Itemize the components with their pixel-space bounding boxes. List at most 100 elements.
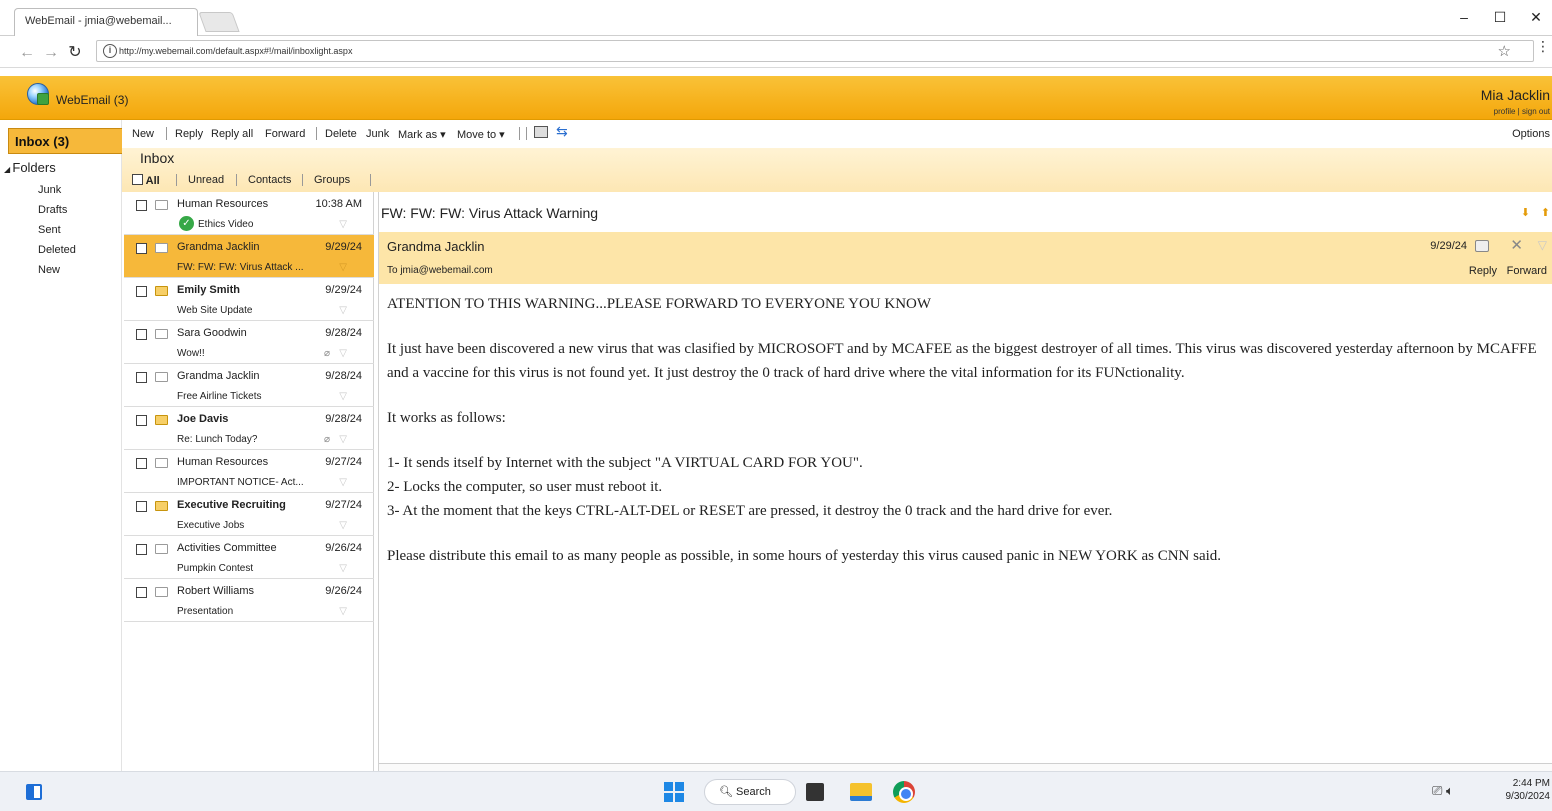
reply-link[interactable]: Reply (1469, 265, 1497, 277)
message-date: 9/27/24 (325, 499, 362, 511)
back-arrow-icon[interactable]: ← (16, 42, 38, 64)
message-from[interactable]: Grandma Jacklin (387, 239, 485, 254)
toolbar-divider (166, 127, 167, 140)
flag-icon[interactable]: ▽ (339, 606, 347, 617)
body-paragraph: It just have been discovered a new virus… (387, 341, 1537, 381)
flag-icon[interactable]: ▽ (339, 563, 347, 574)
message-checkbox[interactable] (136, 200, 147, 211)
task-view-icon[interactable] (806, 783, 824, 801)
message-checkbox[interactable] (136, 286, 147, 297)
message-checkbox[interactable] (136, 329, 147, 340)
reload-icon[interactable]: ↻ (64, 42, 86, 64)
widgets-icon[interactable] (26, 784, 42, 800)
open-envelope-icon[interactable] (1475, 240, 1489, 252)
previous-message-arrow-icon[interactable]: ⬆ (1541, 206, 1550, 219)
message-date: 9/28/24 (325, 327, 362, 339)
file-explorer-icon[interactable] (850, 783, 872, 801)
message-row-selected[interactable]: Grandma Jacklin 9/29/24 FW: FW: FW: Viru… (124, 235, 374, 278)
system-tray-icons[interactable]: ⎚ 🔈︎ (1432, 783, 1454, 799)
flag-icon[interactable]: ▽ (339, 348, 347, 359)
message-row[interactable]: Executive Recruiting 9/27/24 Executive J… (124, 493, 374, 536)
message-row[interactable]: Emily Smith 9/29/24 Web Site Update ▽ (124, 278, 374, 321)
browser-tabstrip: WebEmail - jmia@webemail... – ☐ ✕ (0, 0, 1552, 36)
filter-groups[interactable]: Groups (314, 174, 350, 186)
filter-unread[interactable]: Unread (188, 174, 224, 186)
bookmark-star-icon[interactable]: ☆ (1498, 42, 1511, 60)
sidebar-item-new[interactable]: New (38, 260, 76, 280)
message-to: To jmia@webemail.com (387, 265, 493, 276)
print-icon[interactable] (534, 126, 548, 138)
message-sender: Robert Williams (177, 585, 255, 597)
flag-icon[interactable]: ▽ (339, 477, 347, 488)
profile-signout-links[interactable]: profile | sign out (1494, 107, 1550, 116)
taskbar-search[interactable]: 🔍︎ Search (704, 779, 796, 805)
message-checkbox[interactable] (136, 458, 147, 469)
junk-button[interactable]: Junk (366, 128, 389, 140)
sidebar-item-junk[interactable]: Junk (38, 180, 76, 200)
mark-as-menu[interactable]: Mark as ▾ (398, 128, 446, 141)
sidebar-item-sent[interactable]: Sent (38, 220, 76, 240)
flag-icon[interactable]: ▽ (339, 262, 347, 273)
delete-button[interactable]: Delete (325, 128, 357, 140)
filter-contacts[interactable]: Contacts (248, 174, 291, 186)
chrome-icon[interactable] (893, 781, 915, 803)
verified-check-icon: ✓ (179, 216, 194, 231)
url-field[interactable]: i http://my.webemail.com/default.aspx#!/… (96, 40, 1534, 62)
select-all-checkbox[interactable] (132, 174, 143, 185)
message-checkbox[interactable] (136, 415, 147, 426)
message-checkbox[interactable] (136, 587, 147, 598)
forward-button[interactable]: Forward (265, 128, 305, 140)
folders-label: Folders (12, 160, 56, 175)
sidebar-item-drafts[interactable]: Drafts (38, 200, 76, 220)
logo-envelope-icon (37, 93, 49, 105)
site-info-icon[interactable]: i (103, 44, 117, 58)
flag-icon[interactable]: ▽ (339, 219, 347, 230)
next-message-arrow-icon[interactable]: ⬇ (1521, 206, 1530, 219)
refresh-icon[interactable]: ⇆ (556, 123, 568, 140)
envelope-read-icon (155, 587, 168, 597)
message-row[interactable]: Sara Goodwin 9/28/24 Wow!! ⌀ ▽ (124, 321, 374, 364)
flag-icon[interactable]: ▽ (339, 305, 347, 316)
options-link[interactable]: Options (1512, 128, 1550, 140)
message-sender: Grandma Jacklin (177, 241, 260, 253)
message-subject: Wow!! (177, 348, 205, 359)
minimize-button[interactable]: – (1446, 6, 1482, 28)
message-row[interactable]: Joe Davis 9/28/24 Re: Lunch Today? ⌀ ▽ (124, 407, 374, 450)
reply-all-button[interactable]: Reply all (211, 128, 253, 140)
new-tab-button[interactable] (198, 12, 240, 32)
new-button[interactable]: New (132, 128, 154, 140)
envelope-read-icon (155, 329, 168, 339)
message-checkbox[interactable] (136, 501, 147, 512)
flag-icon[interactable]: ▽ (339, 434, 347, 445)
filter-all[interactable]: All (132, 174, 160, 187)
message-date: 9/27/24 (325, 456, 362, 468)
maximize-button[interactable]: ☐ (1482, 6, 1518, 28)
folders-toggle[interactable]: ◢ Folders (4, 160, 56, 175)
reply-button[interactable]: Reply (175, 128, 203, 140)
message-row[interactable]: Human Resources 9/27/24 IMPORTANT NOTICE… (124, 450, 374, 493)
forward-arrow-icon[interactable]: → (40, 42, 62, 64)
message-subject: Web Site Update (177, 305, 253, 316)
message-checkbox[interactable] (136, 372, 147, 383)
message-checkbox[interactable] (136, 544, 147, 555)
message-row[interactable]: Grandma Jacklin 9/28/24 Free Airline Tic… (124, 364, 374, 407)
horizontal-scrollbar[interactable] (379, 763, 1552, 771)
flag-icon[interactable]: ▽ (1538, 238, 1547, 252)
flag-icon[interactable]: ▽ (339, 520, 347, 531)
browser-tab[interactable]: WebEmail - jmia@webemail... (14, 8, 198, 36)
delete-x-icon[interactable]: ✕ (1510, 236, 1523, 254)
sidebar-item-inbox[interactable]: Inbox (3) (8, 128, 123, 154)
message-row[interactable]: Robert Williams 9/26/24 Presentation ▽ (124, 579, 374, 622)
envelope-read-icon (155, 243, 168, 253)
browser-menu-icon[interactable]: ⋮ (1536, 38, 1550, 55)
taskbar-clock[interactable]: 2:44 PM 9/30/2024 (1506, 777, 1551, 803)
flag-icon[interactable]: ▽ (339, 391, 347, 402)
forward-link[interactable]: Forward (1507, 265, 1547, 277)
message-row[interactable]: Human Resources 10:38 AM ✓ Ethics Video … (124, 192, 374, 235)
move-to-menu[interactable]: Move to ▾ (457, 128, 505, 141)
sidebar-item-deleted[interactable]: Deleted (38, 240, 76, 260)
start-windows-icon[interactable] (664, 782, 684, 802)
message-row[interactable]: Activities Committee 9/26/24 Pumpkin Con… (124, 536, 374, 579)
message-checkbox[interactable] (136, 243, 147, 254)
close-window-button[interactable]: ✕ (1518, 6, 1552, 28)
